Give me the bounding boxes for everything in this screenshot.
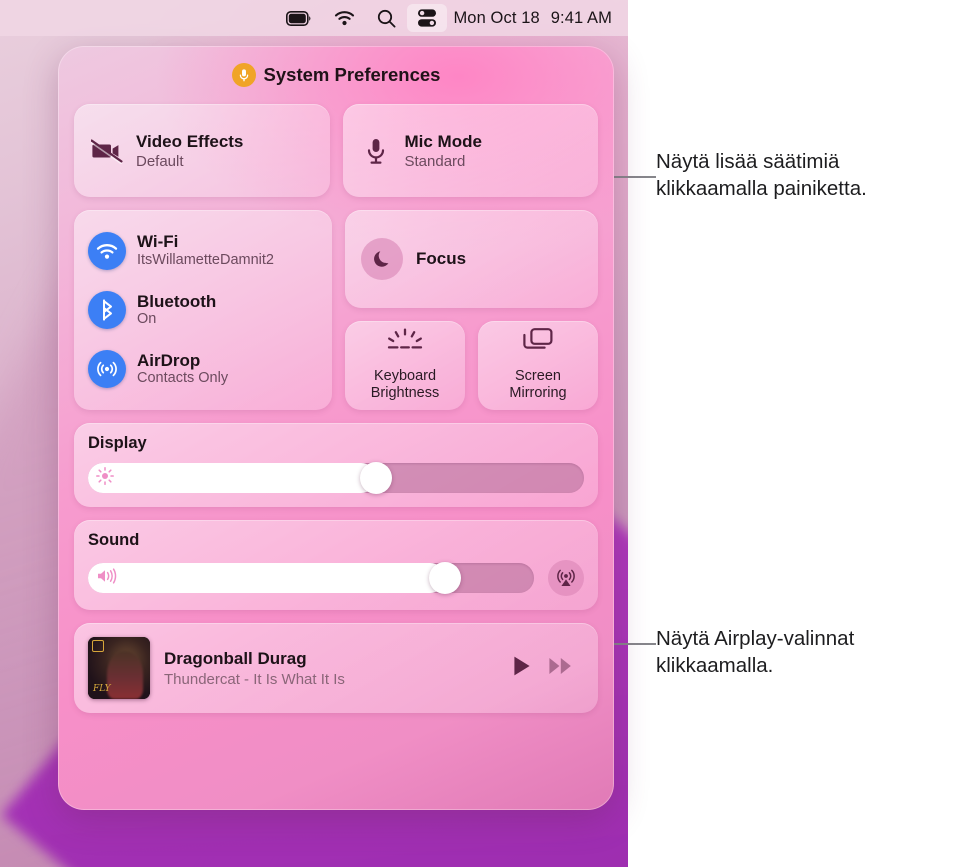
sound-title: Sound bbox=[88, 531, 140, 550]
video-camera-slash-icon bbox=[90, 138, 124, 164]
bluetooth-row[interactable]: Bluetooth On bbox=[74, 283, 332, 337]
control-center-icon[interactable] bbox=[407, 4, 448, 32]
album-artwork: FLY bbox=[88, 637, 150, 700]
display-slider-knob[interactable] bbox=[359, 462, 392, 495]
bluetooth-label: Bluetooth bbox=[137, 291, 217, 311]
callout-1-text: Näytä lisää säätimiä klikkaamalla painik… bbox=[656, 150, 867, 201]
keyboard-brightness-label: Keyboard Brightness bbox=[370, 367, 440, 401]
microphone-icon bbox=[359, 137, 393, 165]
mic-mode-label: Mic Mode bbox=[404, 131, 482, 151]
album-art-mark: FLY bbox=[92, 684, 111, 695]
focus-label: Focus bbox=[416, 249, 467, 268]
screen-mirroring-tile[interactable]: Screen Mirroring bbox=[478, 321, 598, 411]
effects-row: Video Effects Default Mic Mode Standard bbox=[74, 104, 598, 197]
wifi-value: ItsWillametteDamnit2 bbox=[137, 252, 274, 269]
airplay-audio-icon bbox=[557, 569, 575, 587]
track-subtitle: Thundercat - It Is What It Is bbox=[164, 670, 345, 688]
airdrop-icon bbox=[88, 350, 126, 389]
mini-tiles-row: Keyboard Brightness Screen Mirroring bbox=[345, 321, 598, 411]
screen-mirroring-icon bbox=[522, 327, 554, 359]
fast-forward-icon[interactable] bbox=[548, 656, 574, 681]
microphone-badge-icon bbox=[231, 63, 256, 87]
keyboard-brightness-icon bbox=[386, 327, 424, 359]
focus-tile[interactable]: Focus bbox=[345, 210, 598, 308]
keyboard-brightness-tile[interactable]: Keyboard Brightness bbox=[345, 321, 465, 411]
track-title: Dragonball Durag bbox=[164, 648, 307, 668]
wifi-icon bbox=[88, 232, 126, 270]
menu-bar-clock[interactable]: Mon Oct 18 9:41 AM bbox=[447, 9, 616, 28]
airdrop-row[interactable]: AirDrop Contacts Only bbox=[74, 342, 332, 396]
callout-2-text: Näytä Airplay-valinnat klikkaamalla. bbox=[656, 627, 855, 678]
media-controls bbox=[512, 655, 584, 682]
video-effects-label: Video Effects bbox=[136, 131, 244, 151]
sound-card: Sound bbox=[74, 520, 598, 611]
now-playing-text: Dragonball Durag Thundercat - It Is What… bbox=[164, 649, 498, 688]
display-slider-wrap bbox=[88, 462, 584, 495]
connectivity-and-focus-row: Wi-Fi ItsWillametteDamnit2 Bluetooth On … bbox=[74, 210, 598, 411]
control-center-panel: System Preferences Video Effects Default… bbox=[58, 46, 614, 810]
menu-bar: Mon Oct 18 9:41 AM bbox=[0, 0, 628, 36]
display-card: Display bbox=[74, 423, 598, 508]
video-effects-value: Default bbox=[136, 152, 184, 170]
now-playing-card[interactable]: FLY Dragonball Durag Thundercat - It Is … bbox=[74, 623, 598, 714]
brightness-sun-icon bbox=[96, 466, 114, 490]
mic-mode-tile[interactable]: Mic Mode Standard bbox=[342, 104, 598, 197]
callout-1: Näytä lisää säätimiä klikkaamalla painik… bbox=[656, 148, 976, 202]
battery-icon[interactable] bbox=[275, 0, 323, 36]
callout-2: Näytä Airplay-valinnat klikkaamalla. bbox=[656, 625, 976, 679]
bluetooth-icon bbox=[88, 291, 126, 330]
sound-volume-slider[interactable] bbox=[88, 562, 534, 595]
airplay-audio-button[interactable] bbox=[548, 560, 584, 597]
menu-bar-date: Mon Oct 18 bbox=[453, 8, 540, 27]
screenshot-root: Mon Oct 18 9:41 AM System Preferences Vi… bbox=[0, 0, 976, 867]
menu-bar-time: 9:41 AM bbox=[550, 8, 612, 27]
display-slider-fill bbox=[88, 463, 376, 494]
airdrop-label: AirDrop bbox=[137, 350, 201, 370]
speaker-waves-icon bbox=[96, 568, 118, 589]
sound-slider-fill bbox=[88, 563, 445, 594]
sound-slider-knob[interactable] bbox=[428, 562, 461, 595]
wifi-icon[interactable] bbox=[323, 0, 366, 36]
video-effects-tile[interactable]: Video Effects Default bbox=[74, 104, 330, 197]
page-title: System Preferences bbox=[263, 64, 441, 85]
display-title: Display bbox=[88, 434, 147, 453]
mic-mode-value: Standard bbox=[404, 152, 466, 170]
panel-body: Video Effects Default Mic Mode Standard … bbox=[74, 104, 598, 714]
sound-slider-wrap bbox=[88, 560, 584, 597]
connectivity-card: Wi-Fi ItsWillametteDamnit2 Bluetooth On … bbox=[74, 210, 332, 411]
airdrop-value: Contacts Only bbox=[137, 370, 229, 387]
wifi-label: Wi-Fi bbox=[137, 232, 179, 252]
play-icon[interactable] bbox=[512, 655, 532, 682]
display-brightness-slider[interactable] bbox=[88, 462, 584, 495]
bluetooth-value: On bbox=[137, 311, 157, 328]
spotlight-search-icon[interactable] bbox=[366, 0, 407, 36]
right-column: Focus Keyboard Brightness Screen Mirrori… bbox=[345, 210, 598, 411]
moon-icon bbox=[361, 238, 403, 280]
wifi-row[interactable]: Wi-Fi ItsWillametteDamnit2 bbox=[74, 224, 332, 278]
screen-mirroring-label: Screen Mirroring bbox=[509, 368, 567, 402]
panel-title-row: System Preferences bbox=[74, 46, 598, 104]
